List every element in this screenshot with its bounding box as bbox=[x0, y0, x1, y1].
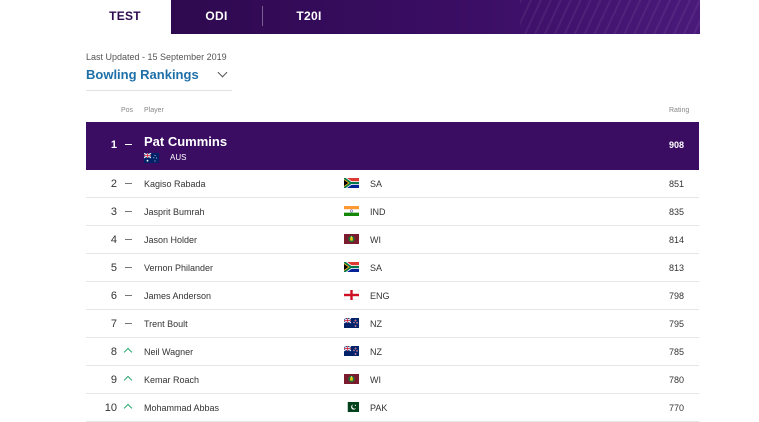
position-number: 3 bbox=[110, 206, 117, 218]
no-movement-icon bbox=[124, 239, 132, 241]
player-name[interactable]: Jason Holder bbox=[144, 235, 197, 245]
flag-ind-icon bbox=[344, 206, 359, 216]
table-row-leader[interactable]: 1 Pat Cummins AUS 908 bbox=[86, 122, 699, 170]
player-rating: 795 bbox=[668, 319, 684, 329]
format-tabs: TEST ODI T20I bbox=[79, 0, 700, 34]
flag-pak-icon bbox=[344, 402, 359, 412]
flag-sa-icon bbox=[344, 262, 359, 272]
ranking-type-dropdown[interactable]: Bowling Rankings bbox=[86, 66, 232, 91]
team-code: IND bbox=[370, 207, 386, 217]
column-header-rating: Rating bbox=[669, 107, 690, 114]
no-movement-icon bbox=[124, 144, 132, 146]
player-name[interactable]: Pat Cummins bbox=[144, 134, 227, 149]
position-number: 7 bbox=[110, 318, 117, 330]
ranking-type-label: Bowling Rankings bbox=[86, 67, 199, 82]
position-number: 1 bbox=[110, 139, 117, 151]
player-rating: 835 bbox=[668, 207, 684, 217]
team-code: WI bbox=[370, 235, 381, 245]
player-name[interactable]: Kagiso Rabada bbox=[144, 179, 206, 189]
table-row[interactable]: 9 Kemar Roach WI 780 bbox=[86, 366, 699, 394]
movement-indicator bbox=[124, 318, 132, 328]
movement-indicator bbox=[124, 262, 132, 272]
team-code: PAK bbox=[370, 403, 388, 413]
team-code: AUS bbox=[170, 153, 187, 162]
flag-eng-icon bbox=[344, 290, 359, 300]
table-row[interactable]: 3 Jasprit Bumrah IND 835 bbox=[86, 198, 699, 226]
column-header-pos: Pos bbox=[121, 107, 134, 114]
player-rating: 814 bbox=[668, 235, 684, 245]
player-name[interactable]: Trent Boult bbox=[144, 319, 188, 329]
team-code: SA bbox=[370, 263, 383, 273]
no-movement-icon bbox=[124, 323, 132, 325]
position-number: 5 bbox=[110, 262, 117, 274]
movement-up-icon bbox=[123, 403, 133, 413]
table-row[interactable]: 6 James Anderson ENG 798 bbox=[86, 282, 699, 310]
player-name[interactable]: Kemar Roach bbox=[144, 375, 199, 385]
rankings-table: 1 Pat Cummins AUS 908 2 Kagiso Rabada SA 851 3 Ja… bbox=[86, 122, 699, 422]
movement-indicator bbox=[124, 178, 132, 188]
flag-wi-icon bbox=[344, 234, 359, 244]
movement-indicator bbox=[124, 139, 132, 149]
position-number: 8 bbox=[110, 346, 117, 358]
team-code: WI bbox=[370, 375, 381, 385]
team-code: ENG bbox=[370, 291, 390, 301]
no-movement-icon bbox=[124, 267, 132, 269]
flag-aus-icon bbox=[144, 153, 159, 163]
position-number: 9 bbox=[110, 374, 117, 386]
table-row[interactable]: 8 Neil Wagner NZ 785 bbox=[86, 338, 699, 366]
player-rating: 785 bbox=[668, 347, 684, 357]
flag-sa-icon bbox=[344, 178, 359, 188]
flag-nz-icon bbox=[344, 318, 359, 328]
player-name[interactable]: Mohammad Abbas bbox=[144, 403, 219, 413]
movement-indicator bbox=[123, 346, 133, 357]
team-code: SA bbox=[370, 179, 383, 189]
player-name[interactable]: Jasprit Bumrah bbox=[144, 207, 205, 217]
movement-indicator bbox=[123, 402, 133, 413]
header-pattern bbox=[520, 0, 700, 34]
movement-indicator bbox=[124, 234, 132, 244]
player-name[interactable]: James Anderson bbox=[144, 291, 211, 301]
movement-up-icon bbox=[123, 347, 133, 357]
table-row[interactable]: 5 Vernon Philander SA 813 bbox=[86, 254, 699, 282]
flag-wi-icon bbox=[344, 374, 359, 384]
team-code: NZ bbox=[370, 347, 382, 357]
movement-up-icon bbox=[123, 375, 133, 385]
position-number: 4 bbox=[110, 234, 117, 246]
table-row[interactable]: 4 Jason Holder WI 814 bbox=[86, 226, 699, 254]
player-rating: 798 bbox=[668, 291, 684, 301]
player-rating: 908 bbox=[668, 140, 684, 150]
table-row[interactable]: 7 Trent Boult NZ 795 bbox=[86, 310, 699, 338]
last-updated-text: Last Updated - 15 September 2019 bbox=[86, 52, 227, 62]
position-number: 6 bbox=[110, 290, 117, 302]
no-movement-icon bbox=[124, 183, 132, 185]
no-movement-icon bbox=[124, 295, 132, 297]
movement-indicator bbox=[123, 374, 133, 385]
no-movement-icon bbox=[124, 211, 132, 213]
position-number: 2 bbox=[110, 178, 117, 190]
table-row[interactable]: 2 Kagiso Rabada SA 851 bbox=[86, 170, 699, 198]
player-rating: 813 bbox=[668, 263, 684, 273]
column-header-player: Player bbox=[144, 107, 164, 114]
chevron-down-icon[interactable] bbox=[217, 67, 228, 78]
table-row[interactable]: 10 Mohammad Abbas PAK 770 bbox=[86, 394, 699, 422]
player-name[interactable]: Vernon Philander bbox=[144, 263, 213, 273]
player-rating: 780 bbox=[668, 375, 684, 385]
position-number: 10 bbox=[104, 402, 117, 414]
movement-indicator bbox=[124, 206, 132, 216]
team-code: NZ bbox=[370, 319, 382, 329]
player-rating: 851 bbox=[668, 179, 684, 189]
movement-indicator bbox=[124, 290, 132, 300]
tab-test[interactable]: TEST bbox=[79, 0, 171, 34]
flag-nz-icon bbox=[344, 346, 359, 356]
player-name[interactable]: Neil Wagner bbox=[144, 347, 193, 357]
player-rating: 770 bbox=[668, 403, 684, 413]
tab-odi[interactable]: ODI bbox=[171, 0, 262, 34]
tab-t20i[interactable]: T20I bbox=[263, 0, 355, 34]
